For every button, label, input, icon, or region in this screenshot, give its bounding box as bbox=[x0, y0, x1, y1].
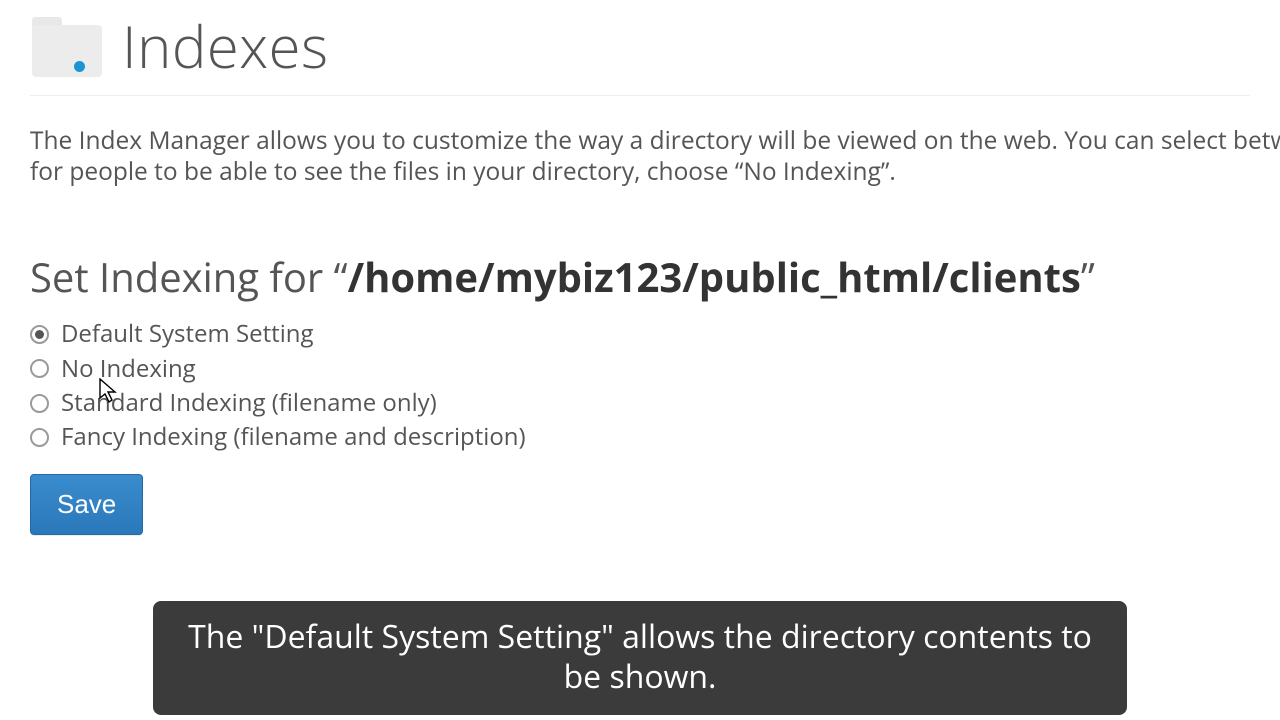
save-button[interactable]: Save bbox=[30, 474, 143, 535]
option-no-indexing[interactable]: No Indexing bbox=[30, 353, 1250, 385]
indexing-options: Default System Setting No Indexing Stand… bbox=[30, 318, 1250, 454]
set-indexing-heading: Set Indexing for “/home/mybiz123/public_… bbox=[30, 249, 1250, 304]
heading-path: /home/mybiz123/public_html/clients bbox=[348, 249, 1081, 304]
radio-icon[interactable] bbox=[30, 359, 49, 378]
page-root: Indexes The Index Manager allows you to … bbox=[0, 0, 1280, 641]
intro-line-2: for people to be able to see the files i… bbox=[30, 157, 1250, 188]
page-title: Indexes bbox=[122, 6, 328, 85]
option-label: No Indexing bbox=[61, 353, 196, 385]
subtitle-caption: The "Default System Setting" allows the … bbox=[153, 601, 1127, 715]
page-header: Indexes bbox=[30, 0, 1250, 96]
option-label: Standard Indexing (filename only) bbox=[61, 387, 437, 419]
intro-line-1: The Index Manager allows you to customiz… bbox=[30, 126, 1250, 157]
radio-icon[interactable] bbox=[30, 325, 49, 344]
option-label: Fancy Indexing (filename and description… bbox=[61, 421, 526, 453]
indexes-folder-icon bbox=[30, 15, 104, 77]
option-fancy-indexing[interactable]: Fancy Indexing (filename and description… bbox=[30, 421, 1250, 453]
intro-text: The Index Manager allows you to customiz… bbox=[30, 126, 1250, 187]
heading-prefix: Set Indexing for “ bbox=[30, 249, 348, 304]
option-standard-indexing[interactable]: Standard Indexing (filename only) bbox=[30, 387, 1250, 419]
radio-icon[interactable] bbox=[30, 394, 49, 413]
option-label: Default System Setting bbox=[61, 318, 314, 350]
radio-icon[interactable] bbox=[30, 428, 49, 447]
heading-suffix: ” bbox=[1081, 249, 1095, 304]
option-default-system-setting[interactable]: Default System Setting bbox=[30, 318, 1250, 350]
